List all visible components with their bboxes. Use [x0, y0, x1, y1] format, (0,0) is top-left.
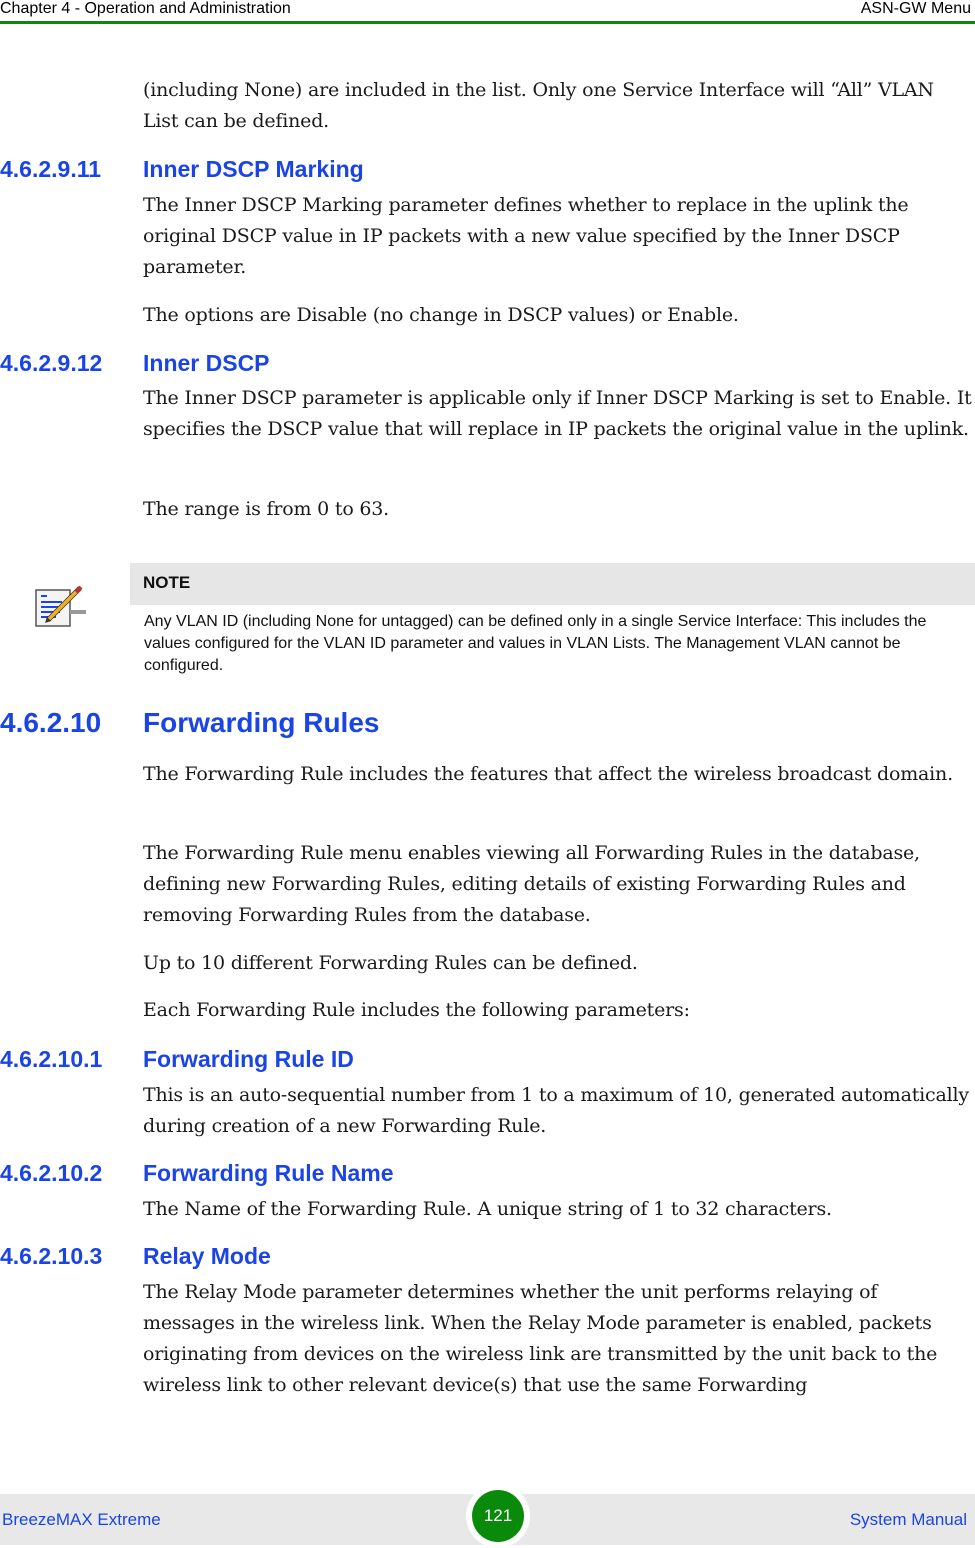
page-header: Chapter 4 - Operation and Administration…	[0, 0, 975, 22]
section-title: Forwarding Rule Name	[143, 1160, 394, 1186]
section-title: ASN-GW Menu	[860, 0, 971, 17]
paragraph: The Inner DSCP parameter is applicable o…	[143, 387, 972, 440]
page-number-badge: 121	[472, 1490, 524, 1542]
section-title: Relay Mode	[143, 1243, 271, 1269]
section-number: 4.6.2.9.12	[0, 350, 103, 376]
section-number: 4.6.2.10	[0, 707, 102, 738]
chapter-title: Chapter 4 - Operation and Administration	[0, 0, 291, 17]
section-title: Forwarding Rule ID	[143, 1046, 354, 1072]
note-text: Any VLAN ID (including None for untagged…	[144, 613, 927, 674]
paragraph: Each Forwarding Rule includes the follow…	[143, 999, 690, 1021]
paragraph: The Forwarding Rule includes the feature…	[143, 763, 953, 785]
paragraph: Up to 10 different Forwarding Rules can …	[143, 952, 638, 974]
paragraph: The Relay Mode parameter determines whet…	[143, 1281, 938, 1396]
note-pencil-icon	[34, 582, 86, 628]
paragraph: The Forwarding Rule menu enables viewing…	[143, 842, 920, 926]
paragraph: The Name of the Forwarding Rule. A uniqu…	[143, 1198, 832, 1220]
intro-paragraph: (including None) are included in the lis…	[143, 79, 934, 132]
paragraph: The range is from 0 to 63.	[143, 498, 390, 520]
section-title: Inner DSCP Marking	[143, 156, 364, 182]
section-number: 4.6.2.10.1	[0, 1046, 103, 1072]
note-heading: NOTE	[143, 573, 191, 592]
section-number: 4.6.2.10.3	[0, 1243, 103, 1269]
paragraph: This is an auto-sequential number from 1…	[143, 1084, 969, 1137]
paragraph: The Inner DSCP Marking parameter defines…	[143, 194, 909, 278]
document-name: System Manual	[849, 1510, 967, 1529]
product-name: BreezeMAX Extreme	[2, 1510, 161, 1529]
section-title: Forwarding Rules	[143, 707, 380, 738]
section-number: 4.6.2.10.2	[0, 1160, 103, 1186]
note-header: NOTE	[130, 563, 975, 605]
header-divider	[0, 21, 975, 24]
section-number: 4.6.2.9.11	[0, 156, 102, 182]
paragraph: The options are Disable (no change in DS…	[143, 304, 739, 326]
section-title: Inner DSCP	[143, 350, 270, 376]
